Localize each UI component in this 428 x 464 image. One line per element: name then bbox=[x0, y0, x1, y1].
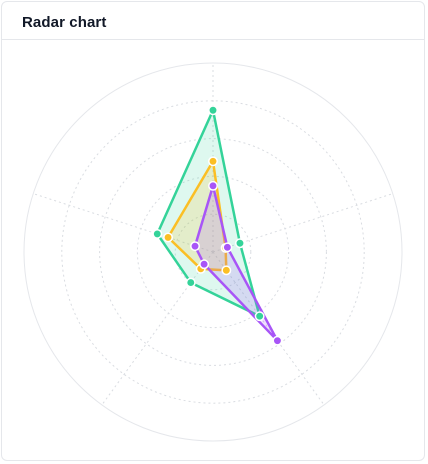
radar-point-series-1 bbox=[254, 311, 265, 322]
radar-point-series-3 bbox=[190, 241, 200, 252]
radar-chart bbox=[23, 62, 403, 442]
radar-point-series-3 bbox=[199, 259, 210, 270]
radar-point-series-3 bbox=[222, 242, 233, 253]
chart-card: Radar chart bbox=[1, 1, 425, 461]
card-header: Radar chart bbox=[2, 2, 424, 40]
radar-point-series-2 bbox=[208, 156, 218, 167]
radar-point-series-2 bbox=[221, 265, 232, 276]
radar-point-series-3 bbox=[272, 335, 283, 346]
radar-point-series-1 bbox=[185, 277, 196, 288]
radar-point-series-3 bbox=[208, 180, 218, 191]
radar-point-series-1 bbox=[235, 238, 245, 249]
chart-title: Radar chart bbox=[22, 14, 107, 31]
radar-point-series-1 bbox=[152, 228, 163, 239]
radar-point-series-2 bbox=[163, 232, 174, 243]
chart-area bbox=[2, 40, 426, 460]
radar-point-series-1 bbox=[208, 105, 218, 116]
